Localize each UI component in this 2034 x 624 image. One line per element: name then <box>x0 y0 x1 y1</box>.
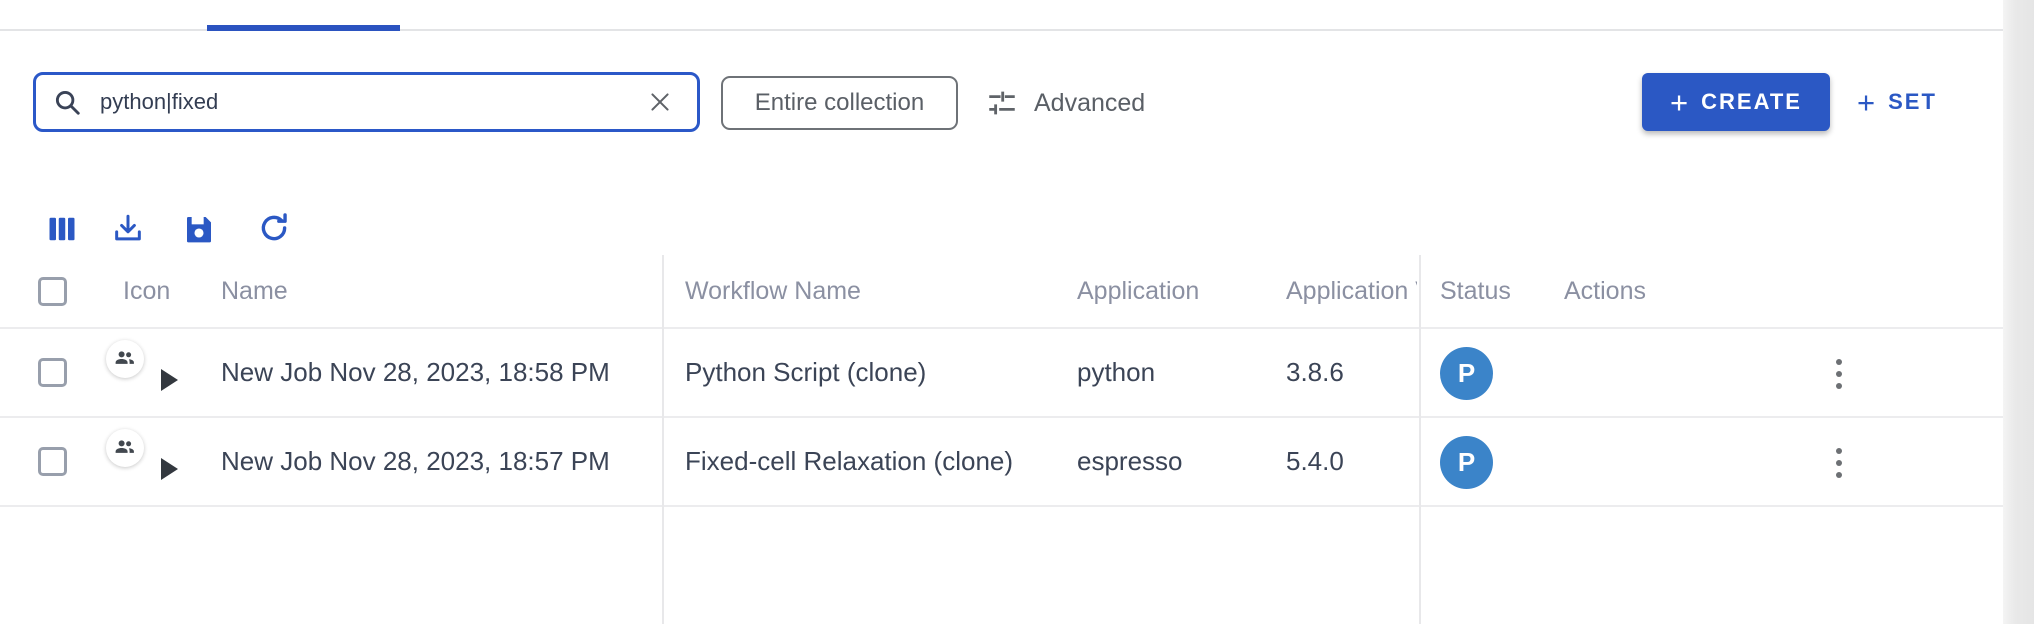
column-view-icon[interactable] <box>44 211 80 247</box>
header-application[interactable]: Application <box>1077 255 1199 327</box>
job-name: New Job Nov 28, 2023, 18:57 PM <box>221 418 610 505</box>
job-workflow-icon <box>104 340 180 400</box>
create-label: CREATE <box>1701 89 1802 115</box>
job-workflow: Python Script (clone) <box>685 329 926 416</box>
status-badge: P <box>1440 436 1493 489</box>
play-icon <box>161 369 178 391</box>
job-application: espresso <box>1077 418 1183 505</box>
table-row[interactable]: New Job Nov 28, 2023, 18:58 PM Python Sc… <box>0 329 2003 418</box>
row-actions-menu-icon[interactable] <box>1812 418 1866 507</box>
play-icon <box>161 458 178 480</box>
download-icon[interactable] <box>110 211 146 247</box>
table-header-row: Icon Name Workflow Name Application Appl… <box>0 255 2003 329</box>
job-application-version: 5.4.0 <box>1286 418 1344 505</box>
jobs-page: Entire collection Advanced + CREATE + SE… <box>0 0 2034 624</box>
row-checkbox[interactable] <box>38 358 67 387</box>
set-button[interactable]: + SET <box>1857 73 1937 131</box>
plus-icon: + <box>1857 87 1875 118</box>
header-status[interactable]: Status <box>1440 255 1511 327</box>
status-badge: P <box>1440 347 1493 400</box>
pinned-right-divider <box>1419 255 1421 624</box>
refresh-icon[interactable] <box>256 210 292 246</box>
entire-collection-button[interactable]: Entire collection <box>721 76 958 130</box>
header-icon[interactable]: Icon <box>123 255 170 327</box>
advanced-filter-button[interactable]: Advanced <box>985 76 1145 130</box>
clear-icon[interactable] <box>645 87 675 117</box>
save-icon[interactable] <box>181 211 217 247</box>
job-workflow: Fixed-cell Relaxation (clone) <box>685 418 1013 505</box>
row-actions-menu-icon[interactable] <box>1812 329 1866 418</box>
pinned-left-divider <box>662 255 664 624</box>
job-workflow-icon <box>104 429 180 489</box>
group-badge-icon <box>106 429 144 467</box>
plus-icon: + <box>1670 87 1688 118</box>
tune-icon <box>985 86 1019 120</box>
header-workflow-name[interactable]: Workflow Name <box>685 255 861 327</box>
search-box[interactable] <box>33 72 700 132</box>
job-application: python <box>1077 329 1155 416</box>
header-actions[interactable]: Actions <box>1564 255 1646 327</box>
jobs-table: Icon Name Workflow Name Application Appl… <box>0 255 2003 507</box>
search-input[interactable] <box>100 89 645 115</box>
set-label: SET <box>1888 89 1937 115</box>
create-button[interactable]: + CREATE <box>1642 73 1830 131</box>
advanced-label: Advanced <box>1034 89 1145 118</box>
table-row[interactable]: New Job Nov 28, 2023, 18:57 PM Fixed-cel… <box>0 418 2003 507</box>
search-icon <box>52 87 82 117</box>
row-checkbox[interactable] <box>38 447 67 476</box>
active-tab-indicator[interactable] <box>207 25 400 31</box>
header-application-version[interactable]: Application V <box>1286 255 1417 327</box>
select-all-checkbox[interactable] <box>38 277 67 306</box>
scrollbar[interactable] <box>2003 0 2034 624</box>
job-application-version: 3.8.6 <box>1286 329 1344 416</box>
group-badge-icon <box>106 340 144 378</box>
header-name[interactable]: Name <box>221 255 288 327</box>
job-name: New Job Nov 28, 2023, 18:58 PM <box>221 329 610 416</box>
